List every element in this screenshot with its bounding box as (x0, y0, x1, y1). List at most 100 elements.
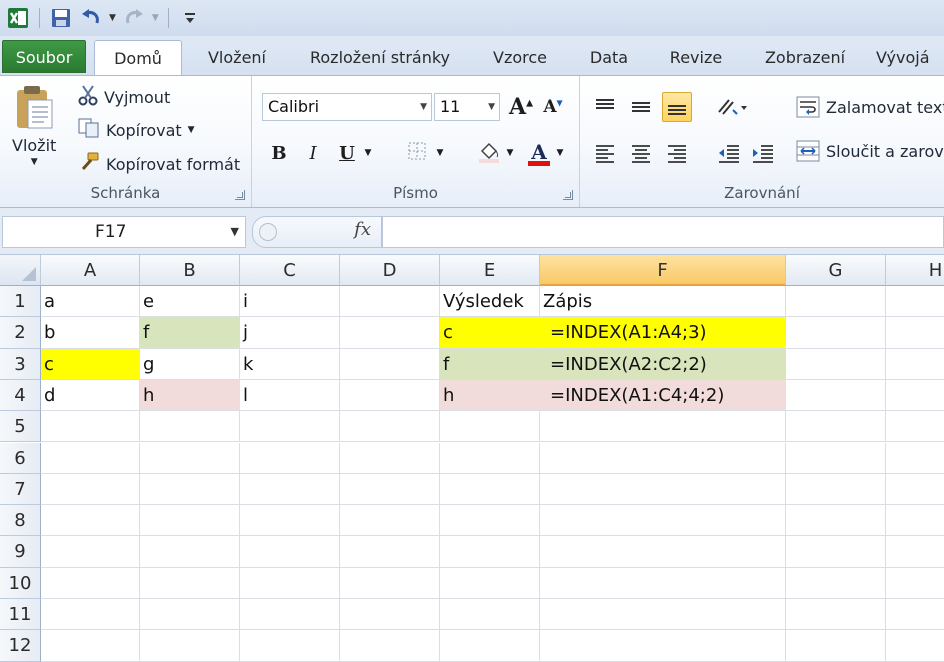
cell-g2[interactable] (786, 317, 886, 349)
cell-a12[interactable] (41, 630, 140, 662)
undo-icon[interactable] (79, 6, 103, 30)
cell-b10[interactable] (140, 567, 240, 599)
cell-e9[interactable] (440, 536, 540, 568)
column-header-e[interactable]: E (440, 255, 540, 286)
cell-h10[interactable] (886, 568, 944, 599)
cell-h7[interactable] (886, 474, 944, 506)
cell-c1[interactable]: i (240, 286, 340, 318)
column-header-b[interactable]: B (140, 255, 240, 286)
cell-c12[interactable] (240, 630, 340, 662)
cell-c8[interactable] (240, 505, 340, 537)
redo-icon[interactable] (122, 6, 146, 30)
tab-insert[interactable]: Vložení (194, 40, 280, 75)
save-icon[interactable] (49, 6, 73, 30)
align-left-button[interactable] (590, 138, 620, 168)
cell-f6[interactable] (540, 442, 786, 474)
borders-button[interactable] (402, 138, 432, 168)
format-painter-button[interactable]: Kopírovat formát (78, 152, 240, 176)
cell-b11[interactable] (140, 599, 240, 631)
cell-a9[interactable] (41, 536, 140, 568)
row-header-9[interactable]: 9 (0, 536, 41, 568)
font-name-combo[interactable]: Calibri ▼ (262, 93, 432, 121)
cell-f10[interactable] (540, 567, 786, 599)
redo-dropdown-icon[interactable]: ▼ (152, 13, 159, 23)
cell-e1[interactable]: Výsledek (440, 286, 540, 318)
cell-d6[interactable] (340, 442, 440, 474)
tab-review[interactable]: Revize (658, 40, 734, 75)
cell-f3[interactable]: =INDEX(A2:C2;2) (540, 348, 786, 380)
cell-h5[interactable] (886, 411, 944, 443)
cell-h9[interactable] (886, 536, 944, 568)
cell-h2[interactable] (886, 317, 944, 349)
fill-color-button[interactable] (474, 138, 504, 168)
row-header-11[interactable]: 11 (0, 599, 41, 631)
cell-h1[interactable] (886, 286, 944, 318)
font-color-button[interactable]: A (524, 138, 554, 168)
merge-center-button[interactable]: Sloučit a zarov (796, 140, 944, 162)
align-center-button[interactable] (626, 138, 656, 168)
cell-c6[interactable] (240, 442, 340, 474)
cell-g7[interactable] (786, 473, 886, 506)
borders-dropdown-icon[interactable]: ▼ (432, 138, 448, 168)
cell-d2[interactable] (340, 317, 440, 349)
column-header-d[interactable]: D (340, 255, 440, 286)
column-header-a[interactable]: A (41, 255, 140, 286)
row-header-6[interactable]: 6 (0, 442, 41, 474)
underline-dropdown-icon[interactable]: ▼ (360, 138, 376, 168)
cell-g3[interactable] (786, 348, 886, 380)
cell-c3[interactable]: k (240, 348, 340, 380)
cell-d5[interactable] (340, 411, 440, 443)
cell-b2[interactable]: f (140, 317, 240, 349)
cell-e3[interactable]: f (440, 348, 540, 380)
cell-d4[interactable] (340, 379, 440, 412)
cell-f7[interactable] (540, 473, 786, 506)
cell-g10[interactable] (786, 567, 886, 599)
align-bottom-button[interactable] (662, 92, 692, 122)
select-all-corner[interactable] (0, 255, 41, 286)
cell-e7[interactable] (440, 473, 540, 506)
tab-formulas[interactable]: Vzorce (480, 40, 560, 75)
cell-f5[interactable] (540, 411, 786, 443)
cell-f11[interactable] (540, 599, 786, 631)
cell-d3[interactable] (340, 348, 440, 380)
cell-a11[interactable] (41, 599, 140, 631)
cell-a8[interactable] (41, 505, 140, 537)
cell-f1[interactable]: Zápis (540, 286, 786, 318)
cell-c9[interactable] (240, 536, 340, 568)
italic-button[interactable]: I (298, 138, 328, 168)
font-size-combo[interactable]: 11 ▼ (434, 93, 500, 121)
cell-a3[interactable]: c (41, 348, 140, 380)
cell-a5[interactable] (41, 411, 140, 443)
row-header-12[interactable]: 12 (0, 630, 41, 662)
increase-indent-button[interactable] (748, 138, 778, 168)
cell-a2[interactable]: b (41, 317, 140, 349)
cell-g5[interactable] (786, 411, 886, 443)
shrink-font-button[interactable]: A▼ (538, 92, 568, 122)
cell-c5[interactable] (240, 411, 340, 443)
row-header-1[interactable]: 1 (0, 286, 41, 318)
font-launcher-icon[interactable] (563, 190, 573, 200)
row-header-10[interactable]: 10 (0, 567, 41, 599)
row-header-4[interactable]: 4 (0, 379, 41, 412)
tab-file[interactable]: Soubor (2, 40, 86, 73)
row-header-8[interactable]: 8 (0, 505, 41, 537)
cell-b6[interactable] (140, 442, 240, 474)
cell-h11[interactable] (886, 599, 944, 631)
cell-f8[interactable] (540, 505, 786, 537)
cell-g9[interactable] (786, 536, 886, 568)
cell-g8[interactable] (786, 505, 886, 537)
cell-d9[interactable] (340, 536, 440, 568)
column-header-h[interactable]: H (886, 255, 944, 286)
cell-b3[interactable]: g (140, 348, 240, 380)
cell-h6[interactable] (886, 443, 944, 474)
tab-page-layout[interactable]: Rozložení stránky (296, 40, 464, 75)
tab-developer[interactable]: Vývojá (876, 40, 944, 75)
cell-g6[interactable] (786, 442, 886, 474)
row-header-3[interactable]: 3 (0, 348, 41, 380)
cell-a10[interactable] (41, 567, 140, 599)
insert-function-button[interactable]: fx (354, 219, 371, 240)
customize-icon[interactable] (178, 6, 202, 30)
cell-a7[interactable] (41, 473, 140, 506)
cell-h3[interactable] (886, 349, 944, 380)
underline-button[interactable]: U (332, 138, 362, 168)
